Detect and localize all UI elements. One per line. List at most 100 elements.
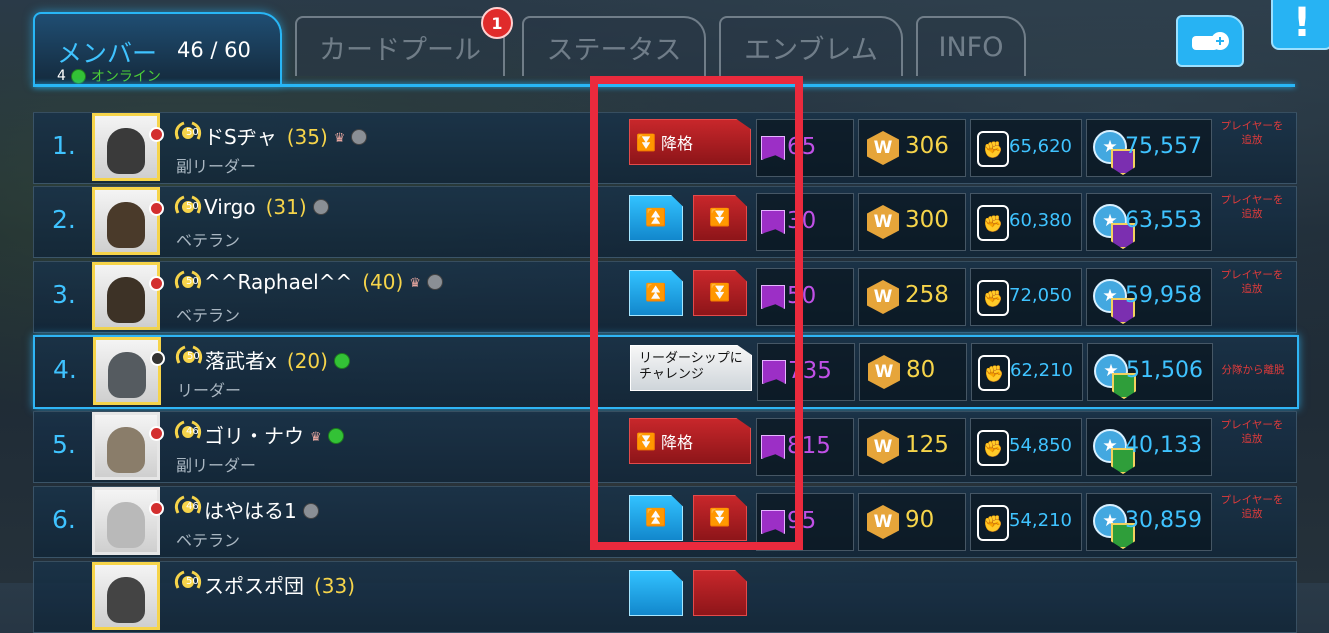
leadership-challenge-button[interactable]: リーダーシップにチャレンジ [630, 345, 752, 391]
avatar[interactable] [92, 113, 160, 181]
w-stat: W 125 [858, 418, 966, 476]
w-stat: W 90 [858, 493, 966, 551]
level-badge: 50 [186, 201, 199, 212]
promote-button[interactable]: ⏫ [629, 495, 683, 541]
promote-button[interactable] [629, 570, 683, 616]
tab-members-label: メンバー [57, 39, 158, 68]
kick-player-link[interactable]: プレイヤーを追放 [1217, 119, 1287, 147]
offline-status-icon [351, 129, 368, 145]
power-stat: ✊ 65,620 [970, 119, 1082, 177]
kick-player-link[interactable]: プレイヤーを追放 [1217, 418, 1287, 446]
demote-label: 降格 [661, 134, 694, 153]
member-row[interactable]: 50 スポスポ団 (33) [33, 561, 1297, 633]
player-name-line: はやはる1 [204, 495, 319, 524]
demote-button[interactable]: ⏬ 降格 [629, 119, 751, 165]
online-status-icon [327, 428, 344, 444]
member-row[interactable]: 2. 50 Virgo (31) ベテラン ⏫ ⏬ 30 W 300 ✊ 60,380… [33, 186, 1297, 258]
power-value: 65,620 [1009, 136, 1072, 157]
w-value: 90 [905, 507, 935, 533]
online-count: 4 [57, 68, 66, 84]
player-name: スポスポ団 [204, 574, 304, 598]
player-level: (31) [265, 195, 307, 219]
tab-status[interactable]: ステータス [522, 16, 706, 76]
power-stat: ✊ 62,210 [971, 343, 1083, 401]
online-label: オンライン [90, 69, 161, 85]
flag-stat: 735 [757, 343, 855, 401]
avatar[interactable] [92, 187, 160, 255]
demote-button[interactable]: ⏬ [693, 195, 747, 241]
player-level: (33) [314, 574, 356, 598]
demote-button[interactable]: ⏬ [693, 495, 747, 541]
w-stat: W 258 [858, 268, 966, 326]
member-row[interactable]: 6. 46 はやはる1 ベテラン ⏫ ⏬ 95 W 90 ✊ 54,210 ★ 30,… [33, 486, 1297, 558]
crown-icon: ♛ [333, 131, 346, 146]
player-name: はやはる1 [204, 499, 297, 523]
level-badge: 50 [186, 576, 199, 587]
tab-emblem-label: エンブレム [744, 34, 878, 66]
power-value: 62,210 [1010, 360, 1073, 381]
tab-members[interactable]: メンバー 46 / 60 4 オンライン [33, 12, 282, 85]
kick-player-link[interactable]: プレイヤーを追放 [1217, 268, 1287, 296]
w-stat: W 306 [858, 119, 966, 177]
alert-button[interactable]: ! [1271, 0, 1329, 50]
member-row[interactable]: 1. 50 ドSヂャ (35) ♛ 副リーダー ⏬ 降格 65 W 306 ✊ 65,6… [33, 112, 1297, 184]
demote-button[interactable]: ⏬ [693, 270, 747, 316]
avatar[interactable] [92, 487, 160, 555]
avatar[interactable] [92, 412, 160, 480]
rank-number: 3. [52, 280, 76, 309]
level-badge: 50 [186, 276, 199, 287]
demote-label: 降格 [661, 433, 694, 452]
double-chevron-up-icon: ⏫ [645, 208, 667, 228]
tab-cardpool-label: カードプール [319, 34, 481, 66]
player-role: ベテラン [176, 531, 241, 550]
w-value: 306 [905, 133, 949, 159]
tab-emblem[interactable]: エンブレム [719, 16, 903, 76]
power-stat: ✊ 54,850 [970, 418, 1082, 476]
flag-value: 95 [787, 508, 817, 534]
w-hex-icon: W [867, 430, 899, 464]
flag-icon [761, 285, 785, 309]
flag-stat: 30 [756, 193, 854, 251]
w-hex-icon: W [867, 280, 899, 314]
kick-player-link[interactable]: プレイヤーを追放 [1217, 493, 1287, 521]
player-name-line: ^^Raphael^^ (40) ♛ [204, 270, 443, 294]
fist-icon: ✊ [977, 430, 1009, 466]
rank-number: 6. [52, 505, 76, 534]
promote-button[interactable]: ⏫ [629, 195, 683, 241]
member-row[interactable]: 3. 50 ^^Raphael^^ (40) ♛ ベテラン ⏫ ⏬ 50 W 258 … [33, 261, 1297, 333]
power-value: 54,210 [1009, 510, 1072, 531]
red-pin-icon [149, 501, 164, 516]
rank-number: 2. [52, 205, 76, 234]
w-value: 300 [905, 207, 949, 233]
level-badge: 50 [186, 127, 199, 138]
leave-squad-link[interactable]: 分隊から離脱 [1218, 363, 1288, 377]
avatar[interactable] [92, 262, 160, 330]
online-status-icon [333, 353, 350, 369]
flag-stat: 65 [756, 119, 854, 177]
double-chevron-down-icon: ⏬ [709, 208, 731, 228]
player-role: 副リーダー [176, 157, 257, 176]
level-badge: 46 [186, 501, 199, 512]
kick-player-link[interactable]: プレイヤーを追放 [1217, 193, 1287, 221]
power-value: 60,380 [1009, 210, 1072, 231]
tab-cardpool[interactable]: カードプール [295, 16, 505, 76]
member-row[interactable]: 5. 46 ゴリ・ナウ ♛ 副リーダー ⏬ 降格 815 W 125 ✊ 54,850… [33, 411, 1297, 483]
add-member-button[interactable] [1176, 15, 1244, 67]
avatar[interactable] [93, 337, 161, 405]
tab-info[interactable]: INFO [916, 16, 1026, 76]
w-value: 125 [905, 432, 949, 458]
score-stat: ★ 30,859 [1086, 493, 1212, 551]
demote-button[interactable]: ⏬ 降格 [629, 418, 751, 464]
flag-stat: 95 [756, 493, 854, 551]
promote-button[interactable]: ⏫ [629, 270, 683, 316]
player-name: ^^Raphael^^ [204, 270, 353, 294]
player-level: (40) [362, 270, 404, 294]
player-role: ベテラン [176, 231, 241, 250]
red-pin-icon [149, 276, 164, 291]
player-level: (20) [286, 349, 328, 373]
demote-button[interactable] [693, 570, 747, 616]
double-chevron-down-icon: ⏬ [709, 283, 731, 303]
player-name: ゴリ・ナウ [204, 424, 304, 448]
avatar[interactable] [92, 562, 160, 630]
member-row-self[interactable]: 4. 50 落武者x (20) リーダー リーダーシップにチャレンジ 735 W8… [33, 335, 1299, 409]
